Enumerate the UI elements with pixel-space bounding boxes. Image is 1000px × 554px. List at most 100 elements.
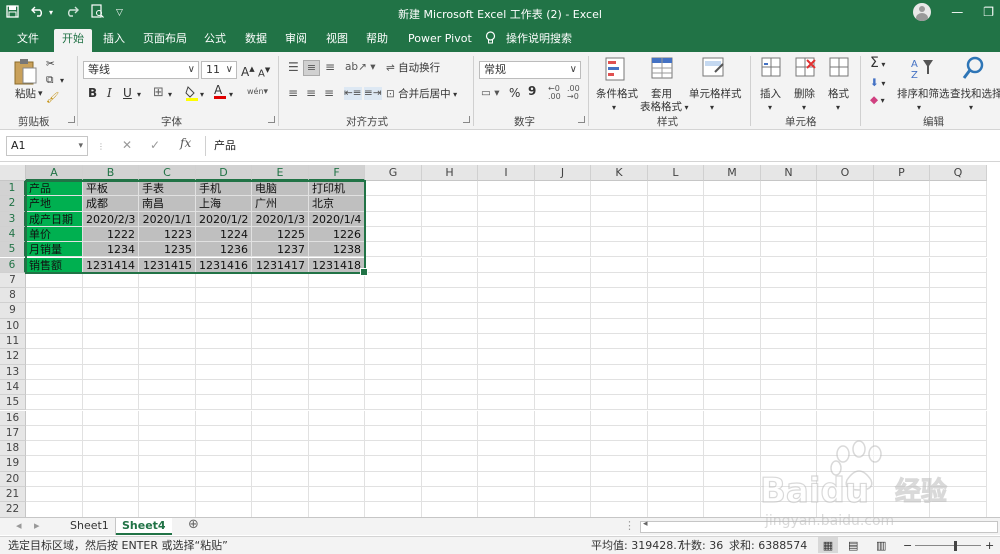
cell-l18[interactable] (648, 441, 704, 457)
cell-q10[interactable] (930, 318, 987, 334)
cell-j16[interactable] (535, 410, 591, 426)
tab-home[interactable]: 开始 (54, 29, 92, 53)
cell-h10[interactable] (422, 318, 478, 334)
italic-button[interactable]: I (107, 87, 112, 100)
cell-k16[interactable] (591, 410, 648, 426)
cell-h4[interactable] (422, 226, 478, 243)
decrease-indent-icon[interactable]: ⇤≡ (344, 87, 362, 100)
cell-i16[interactable] (478, 410, 535, 426)
cell-g14[interactable] (365, 379, 422, 396)
cell-p4[interactable] (874, 226, 930, 243)
cell-m4[interactable] (704, 226, 761, 243)
cell-l2[interactable] (648, 196, 704, 212)
cell-c5[interactable]: 1235 (139, 242, 196, 258)
number-format-combo[interactable]: 常规 ∨ (479, 61, 581, 79)
cell-n4[interactable] (761, 226, 817, 243)
cell-d13[interactable] (196, 364, 252, 380)
cell-d11[interactable] (196, 334, 252, 350)
cell-b7[interactable] (83, 272, 139, 289)
cell-f22[interactable] (309, 502, 365, 517)
autosum-icon[interactable]: Σ ▾ (870, 56, 885, 71)
column-header-i[interactable]: I (478, 165, 535, 181)
font-color-icon[interactable]: A (214, 84, 226, 99)
cell-l21[interactable] (648, 487, 704, 503)
cell-l1[interactable] (648, 181, 704, 197)
cell-l3[interactable] (648, 211, 704, 227)
cell-b18[interactable] (83, 441, 139, 457)
cell-e15[interactable] (252, 395, 309, 411)
zoom-slider[interactable] (915, 545, 981, 546)
cell-c11[interactable] (139, 334, 196, 350)
cell-d8[interactable] (196, 288, 252, 304)
cell-j17[interactable] (535, 425, 591, 442)
cell-m14[interactable] (704, 379, 761, 396)
cell-i8[interactable] (478, 288, 535, 304)
cell-o2[interactable] (817, 196, 874, 212)
cell-e14[interactable] (252, 379, 309, 396)
cell-d3[interactable]: 2020/1/2 (196, 211, 252, 227)
cell-l8[interactable] (648, 288, 704, 304)
cell-e13[interactable] (252, 364, 309, 380)
cell-p12[interactable] (874, 349, 930, 365)
cell-h22[interactable] (422, 502, 478, 517)
cell-g1[interactable] (365, 181, 422, 197)
cell-i5[interactable] (478, 242, 535, 258)
cell-o5[interactable] (817, 242, 874, 258)
borders-icon[interactable]: ⊞ (153, 86, 164, 99)
cell-c4[interactable]: 1223 (139, 226, 196, 243)
cell-f13[interactable] (309, 364, 365, 380)
row-header-18[interactable]: 18 (0, 441, 26, 457)
cell-n17[interactable] (761, 425, 817, 442)
insert-cells-button[interactable]: 插入 ▾ (758, 56, 786, 112)
cell-i10[interactable] (478, 318, 535, 334)
cell-b2[interactable]: 成都 (83, 196, 139, 212)
avatar[interactable] (913, 3, 932, 21)
cell-p16[interactable] (874, 410, 930, 426)
cell-m7[interactable] (704, 272, 761, 289)
row-header-4[interactable]: 4 (0, 226, 26, 243)
cell-d21[interactable] (196, 487, 252, 503)
clear-icon[interactable]: ◆ ▾ (870, 94, 885, 107)
cell-j5[interactable] (535, 242, 591, 258)
column-header-h[interactable]: H (422, 165, 478, 181)
cell-d7[interactable] (196, 272, 252, 289)
row-header-7[interactable]: 7 (0, 272, 26, 289)
copy-dropdown-icon[interactable]: ▾ (60, 74, 64, 87)
cell-c8[interactable] (139, 288, 196, 304)
cell-p15[interactable] (874, 395, 930, 411)
zoom-slider-thumb[interactable] (954, 541, 957, 551)
cell-i7[interactable] (478, 272, 535, 289)
cell-f3[interactable]: 2020/1/4 (309, 211, 365, 227)
tab-help[interactable]: 帮助 (366, 31, 388, 47)
cell-o17[interactable] (817, 425, 874, 442)
cell-p9[interactable] (874, 303, 930, 319)
cell-styles-button[interactable]: 单元格样式 ▾ (688, 56, 742, 112)
cell-n8[interactable] (761, 288, 817, 304)
cell-f18[interactable] (309, 441, 365, 457)
cell-c14[interactable] (139, 379, 196, 396)
cell-e3[interactable]: 2020/1/3 (252, 211, 309, 227)
cell-m12[interactable] (704, 349, 761, 365)
column-header-j[interactable]: J (535, 165, 591, 181)
column-header-d[interactable]: D (196, 165, 252, 181)
cell-g6[interactable] (365, 257, 422, 273)
cell-e12[interactable] (252, 349, 309, 365)
cell-i4[interactable] (478, 226, 535, 243)
cell-o10[interactable] (817, 318, 874, 334)
cell-q13[interactable] (930, 364, 987, 380)
phonetic-icon[interactable]: wén▾ (247, 85, 268, 99)
cell-h19[interactable] (422, 456, 478, 472)
cell-d4[interactable]: 1224 (196, 226, 252, 243)
cell-a13[interactable] (26, 364, 83, 380)
cell-o9[interactable] (817, 303, 874, 319)
row-header-3[interactable]: 3 (0, 211, 26, 227)
cell-i20[interactable] (478, 471, 535, 487)
fill-icon[interactable]: ⬇ ▾ (870, 77, 885, 90)
cell-a14[interactable] (26, 379, 83, 396)
font-launcher-icon[interactable] (268, 116, 275, 123)
cell-k1[interactable] (591, 181, 648, 197)
row-header-15[interactable]: 15 (0, 395, 26, 411)
cell-j13[interactable] (535, 364, 591, 380)
cell-k6[interactable] (591, 257, 648, 273)
cell-l10[interactable] (648, 318, 704, 334)
